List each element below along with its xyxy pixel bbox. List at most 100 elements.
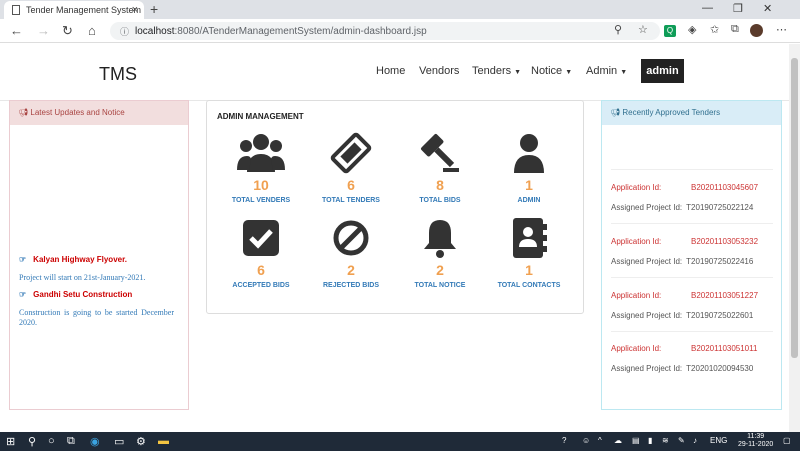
stat-total-bids[interactable]: 8 TOTAL BIDS xyxy=(400,131,480,204)
divider xyxy=(611,169,773,170)
check-square-icon xyxy=(221,216,301,260)
extension-icon[interactable]: ◈ xyxy=(688,23,696,36)
reload-icon[interactable]: ↻ xyxy=(62,23,73,39)
notice-item-body: Construction is going to be started Dece… xyxy=(19,308,174,327)
tray-chevron-icon[interactable]: ^ xyxy=(598,436,602,445)
approved-tenders-panel: 📢︎ Recently Approved Tenders Application… xyxy=(601,100,782,410)
home-icon[interactable]: ⌂ xyxy=(88,23,96,38)
stat-label: TOTAL BIDS xyxy=(419,197,461,204)
admin-management-title: ADMIN MANAGEMENT xyxy=(217,112,304,121)
nav-vendors[interactable]: Vendors xyxy=(419,65,459,77)
scrollbar-thumb[interactable] xyxy=(791,58,798,358)
address-book-icon xyxy=(489,216,569,260)
window-close-icon[interactable]: ✕ xyxy=(763,2,772,15)
wifi-icon[interactable]: ≋ xyxy=(662,436,669,445)
system-clock[interactable]: 11:39 29-11-2020 xyxy=(738,433,773,449)
brand-logo[interactable]: TMS xyxy=(99,64,137,85)
favorites-icon[interactable]: ✩ xyxy=(710,23,719,36)
url-input[interactable]: ⓘ localhost:8080/ATenderManagementSystem… xyxy=(110,22,660,40)
tab-title: Tender Management System xyxy=(26,5,142,15)
stat-value: 10 xyxy=(253,177,269,193)
more-icon[interactable]: ⋯ xyxy=(776,23,787,36)
back-icon[interactable]: ← xyxy=(10,23,23,38)
stat-rejected-bids[interactable]: 2 REJECTED BIDS xyxy=(311,216,391,289)
volume-icon[interactable]: ♪ xyxy=(693,436,697,445)
terminal-icon[interactable]: ▭ xyxy=(114,435,124,448)
stat-value: 8 xyxy=(436,177,444,193)
battery-icon[interactable]: ▮ xyxy=(648,436,652,445)
search-icon[interactable]: ⚲ xyxy=(28,435,36,448)
help-icon[interactable]: ? xyxy=(562,436,566,445)
approved-tender-item[interactable]: Application Id: B20201103053232 Assigned … xyxy=(611,237,771,266)
stat-admin[interactable]: 1 ADMIN xyxy=(489,131,569,204)
file-explorer-icon[interactable]: ▬ xyxy=(158,435,169,447)
cortana-icon[interactable]: ○ xyxy=(48,435,55,447)
url-host: localhost xyxy=(135,25,175,37)
network-icon[interactable]: ▤ xyxy=(632,436,640,445)
stat-total-contacts[interactable]: 1 TOTAL CONTACTS xyxy=(489,216,569,289)
stat-accepted-bids[interactable]: 6 ACCEPTED BIDS xyxy=(221,216,301,289)
nav-notice[interactable]: Notice ▼ xyxy=(531,65,572,77)
windows-start-icon[interactable]: ⊞ xyxy=(6,435,15,448)
address-toolbar: ← → ↻ ⌂ ⓘ localhost:8080/ATenderManageme… xyxy=(0,19,800,43)
divider xyxy=(611,277,773,278)
task-view-icon[interactable]: ⧉ xyxy=(67,435,75,448)
notice-item-body: Project will start on 21st-January-2021. xyxy=(19,273,146,282)
stat-total-notice[interactable]: 2 TOTAL NOTICE xyxy=(400,216,480,289)
edge-browser-icon[interactable]: ◉ xyxy=(90,435,100,448)
bell-icon xyxy=(400,216,480,260)
gavel-icon xyxy=(400,131,480,175)
minimize-icon[interactable]: — xyxy=(702,2,713,14)
notification-icon[interactable]: ▢ xyxy=(783,436,791,445)
language-indicator[interactable]: ENG xyxy=(710,436,727,445)
user-icon xyxy=(489,131,569,175)
collections-icon[interactable]: ⧉ xyxy=(731,23,739,36)
notice-title-text: Gandhi Setu Construction xyxy=(33,290,133,299)
key-icon[interactable]: ⚲ xyxy=(614,23,622,36)
stat-label: ADMIN xyxy=(517,197,541,204)
new-tab-icon[interactable]: + xyxy=(150,1,158,17)
approved-tender-item[interactable]: Application Id: B20201103051227 Assigned … xyxy=(611,291,771,320)
approved-tenders-header: 📢︎ Recently Approved Tenders xyxy=(602,101,781,125)
stat-value: 1 xyxy=(525,262,533,278)
project-id-value: T20201020094530 xyxy=(686,364,754,373)
info-icon[interactable]: ⓘ xyxy=(120,25,129,38)
application-id-label: Application Id: xyxy=(611,291,662,300)
favorite-star-icon[interactable]: ☆ xyxy=(638,23,648,36)
nav-home[interactable]: Home xyxy=(376,65,405,77)
page-scrollbar[interactable] xyxy=(789,44,800,433)
divider xyxy=(611,331,773,332)
extension-q-icon[interactable]: Q xyxy=(664,25,676,37)
application-id-value: B20201103053232 xyxy=(691,237,759,246)
close-tab-icon[interactable]: × xyxy=(132,4,138,16)
chevron-down-icon: ▼ xyxy=(620,69,628,76)
people-icon[interactable]: ☺ xyxy=(582,436,590,445)
forward-icon[interactable]: → xyxy=(37,23,50,38)
stat-total-tenders[interactable]: 6 TOTAL TENDERS xyxy=(311,131,391,204)
settings-icon[interactable]: ⚙ xyxy=(136,435,146,448)
notice-item-title[interactable]: ☞ Gandhi Setu Construction xyxy=(19,290,132,299)
megaphone-icon: 📢︎ xyxy=(610,108,621,117)
stat-value: 6 xyxy=(347,177,355,193)
admin-button[interactable]: admin xyxy=(641,59,684,83)
stat-label: REJECTED BIDS xyxy=(322,282,379,289)
profile-avatar[interactable] xyxy=(750,24,763,37)
stat-value: 2 xyxy=(347,262,355,278)
cloud-icon[interactable]: ☁ xyxy=(614,436,622,445)
notice-item-title[interactable]: ☞ Kalyan Highway Flyover. xyxy=(19,255,127,264)
application-id-label: Application Id: xyxy=(611,237,662,246)
windows-taskbar: ⊞ ⚲ ○ ⧉ ◉ ▭ ⚙ ▬ ? ☺ ^ ☁ ▤ ▮ ≋ ✎ ♪ ENG 11… xyxy=(0,432,800,451)
megaphone-icon: 📢︎ xyxy=(18,108,29,117)
stat-value: 2 xyxy=(436,262,444,278)
restore-icon[interactable]: ❐ xyxy=(733,2,743,15)
project-id-value: T20190725022124 xyxy=(686,203,754,212)
browser-tab[interactable]: Tender Management System × xyxy=(4,1,144,19)
approved-tender-item[interactable]: Application Id: B20201103045607 Assigned … xyxy=(611,183,771,212)
stat-total-venders[interactable]: 10 TOTAL VENDERS xyxy=(221,131,301,204)
approved-tenders-title: Recently Approved Tenders xyxy=(622,108,721,117)
nav-admin[interactable]: Admin ▼ xyxy=(586,65,627,77)
approved-tender-item[interactable]: Application Id: B20201103051011 Assigned … xyxy=(611,344,771,373)
application-id-label: Application Id: xyxy=(611,183,662,192)
nav-tenders[interactable]: Tenders ▼ xyxy=(472,65,521,77)
pen-icon[interactable]: ✎ xyxy=(678,436,685,445)
